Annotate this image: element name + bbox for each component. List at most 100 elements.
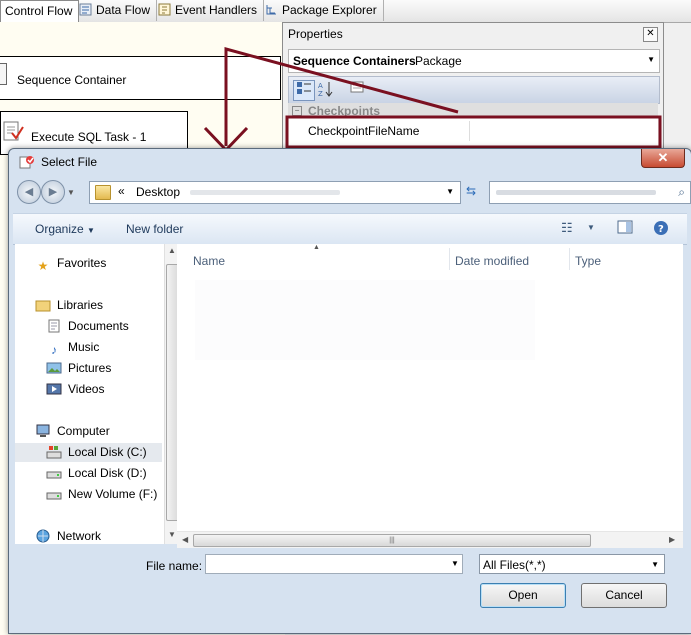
package-explorer-icon xyxy=(265,2,278,15)
selected-object-type: Package xyxy=(415,54,462,68)
close-icon[interactable]: ✕ xyxy=(643,27,658,42)
sort-ascending-icon: ▲ xyxy=(313,244,320,251)
filename-input[interactable] xyxy=(205,554,463,574)
dialog-close-button[interactable]: ✕ xyxy=(641,149,685,168)
file-entries-area xyxy=(195,280,535,360)
view-options-chevron-icon[interactable]: ▼ xyxy=(587,223,595,232)
filename-label: File name: xyxy=(146,559,203,573)
refresh-icon[interactable]: ⇆ xyxy=(462,181,480,202)
scroll-thumb[interactable]: ||| xyxy=(193,534,591,547)
column-type[interactable]: Type xyxy=(575,254,601,268)
nav-item-favorites[interactable]: ★ Favorites xyxy=(35,256,107,273)
dialog-title: Select File xyxy=(19,155,97,169)
filename-history-chevron-icon[interactable]: ▼ xyxy=(451,559,459,568)
address-blur xyxy=(190,190,340,195)
scroll-left-icon[interactable]: ◀ xyxy=(182,535,188,544)
select-file-icon xyxy=(19,155,35,169)
breadcrumb-location[interactable]: Desktop xyxy=(136,185,180,199)
column-divider[interactable] xyxy=(449,248,450,270)
svg-text:?: ? xyxy=(658,224,664,235)
category-checkpoints[interactable]: − Checkpoints xyxy=(288,103,658,118)
search-icon[interactable]: ⌕ xyxy=(678,185,685,200)
chevron-down-icon[interactable]: ▼ xyxy=(446,187,454,196)
nav-item-computer[interactable]: Computer xyxy=(35,424,110,438)
alphabetical-icon[interactable]: AZ xyxy=(316,80,336,99)
recent-pages-chevron-icon[interactable]: ▼ xyxy=(67,188,75,197)
scroll-up-icon[interactable]: ▲ xyxy=(168,246,176,255)
open-button[interactable]: Open xyxy=(480,583,566,608)
organize-button[interactable]: Organize ▼ xyxy=(35,222,95,236)
file-list[interactable]: ▲ Name Date modified Type xyxy=(177,244,683,544)
tab-data-flow[interactable]: Data Flow xyxy=(75,0,158,21)
search-input[interactable]: ⌕ xyxy=(489,181,691,204)
column-date-modified[interactable]: Date modified xyxy=(455,254,529,268)
search-placeholder xyxy=(496,190,656,195)
nav-item-music[interactable]: ♪ Music xyxy=(46,340,99,357)
designer-tab-strip: Control Flow Data Flow Event Handlers Pa… xyxy=(0,0,691,23)
property-name: CheckpointFileName xyxy=(308,124,420,138)
nav-item-new-volume-f[interactable]: New Volume (F:) xyxy=(46,487,157,501)
scroll-down-icon[interactable]: ▼ xyxy=(168,530,176,539)
categorized-icon[interactable] xyxy=(293,80,315,101)
nav-item-videos[interactable]: Videos xyxy=(46,382,104,396)
svg-text:A: A xyxy=(318,82,323,90)
nav-item-network[interactable]: Network xyxy=(35,529,101,543)
nav-item-pictures[interactable]: Pictures xyxy=(46,361,111,375)
select-file-dialog: Select File ✕ ◀ ▶ ▼ « Desktop ▼ ⇆ ⌕ Orga… xyxy=(8,148,691,634)
svg-text:Z: Z xyxy=(318,90,323,98)
tab-package-explorer[interactable]: Package Explorer xyxy=(261,0,384,21)
nav-item-local-disk-c[interactable]: Local Disk (C:) xyxy=(46,445,147,459)
nav-item-libraries[interactable]: Libraries xyxy=(35,298,103,312)
tab-control-flow[interactable]: Control Flow xyxy=(0,0,80,23)
horizontal-scrollbar[interactable]: ◀ ||| ▶ xyxy=(177,531,683,548)
column-divider[interactable] xyxy=(569,248,570,270)
properties-toolbar: AZ xyxy=(288,76,660,104)
back-arrow-icon[interactable]: ◀ xyxy=(17,180,41,204)
help-icon[interactable]: ? xyxy=(653,220,669,239)
chevron-down-icon: ▼ xyxy=(647,55,655,64)
sequence-container-task[interactable]: Sequence Container xyxy=(0,56,281,100)
address-bar[interactable]: « Desktop ▼ xyxy=(89,181,461,204)
chevron-down-icon: ▼ xyxy=(87,226,95,235)
properties-title: Properties xyxy=(288,27,343,41)
execute-sql-label: Execute SQL Task - 1 xyxy=(31,130,147,144)
column-name[interactable]: Name xyxy=(193,254,225,268)
object-selector[interactable]: Sequence Containers Package ▼ xyxy=(288,49,660,73)
chevron-down-icon: ▼ xyxy=(651,560,659,569)
computer-icon xyxy=(35,424,51,438)
event-handlers-icon xyxy=(158,2,171,16)
change-view-icon[interactable]: ☷ xyxy=(561,220,573,236)
property-grid: − Checkpoints CheckpointFileName xyxy=(288,103,658,153)
properties-pane: Properties ✕ Sequence Containers Package… xyxy=(282,22,664,154)
videos-icon xyxy=(46,382,62,396)
selected-object-name: Sequence Containers xyxy=(293,54,416,68)
property-pages-icon[interactable] xyxy=(347,80,367,99)
star-icon: ★ xyxy=(37,259,49,273)
navigation-pane: ★ Favorites Libraries Documents ♪ Music Pi… xyxy=(15,244,179,544)
sequence-container-label: Sequence Container xyxy=(17,73,127,87)
drive-icon xyxy=(46,487,62,501)
nav-item-local-disk-d[interactable]: Local Disk (D:) xyxy=(46,466,147,480)
music-icon: ♪ xyxy=(51,343,57,357)
documents-icon xyxy=(46,319,62,333)
property-row-checkpointfilename[interactable]: CheckpointFileName xyxy=(294,121,650,141)
collapse-icon[interactable]: − xyxy=(292,106,302,116)
new-folder-button[interactable]: New folder xyxy=(126,222,183,236)
pictures-icon xyxy=(46,361,62,375)
preview-pane-icon[interactable] xyxy=(617,220,633,237)
forward-arrow-icon[interactable]: ▶ xyxy=(41,180,65,204)
file-type-filter[interactable]: All Files(*,*) ▼ xyxy=(479,554,665,574)
cancel-button[interactable]: Cancel xyxy=(581,583,667,608)
drive-icon xyxy=(46,466,62,480)
execute-sql-icon xyxy=(2,119,24,143)
nav-item-documents[interactable]: Documents xyxy=(46,319,129,333)
tab-event-handlers[interactable]: Event Handlers xyxy=(154,0,265,21)
property-value[interactable] xyxy=(469,121,650,141)
scroll-right-icon[interactable]: ▶ xyxy=(669,535,675,544)
navigation-bar: ◀ ▶ ▼ « Desktop ▼ ⇆ ⌕ xyxy=(17,180,691,206)
breadcrumb-chevron-icon[interactable]: « xyxy=(118,184,125,198)
command-bar: Organize ▼ New folder ☷ ▼ ? xyxy=(13,213,687,245)
system-drive-icon xyxy=(46,445,62,459)
sequence-container-icon xyxy=(0,63,7,85)
data-flow-icon xyxy=(79,2,92,16)
